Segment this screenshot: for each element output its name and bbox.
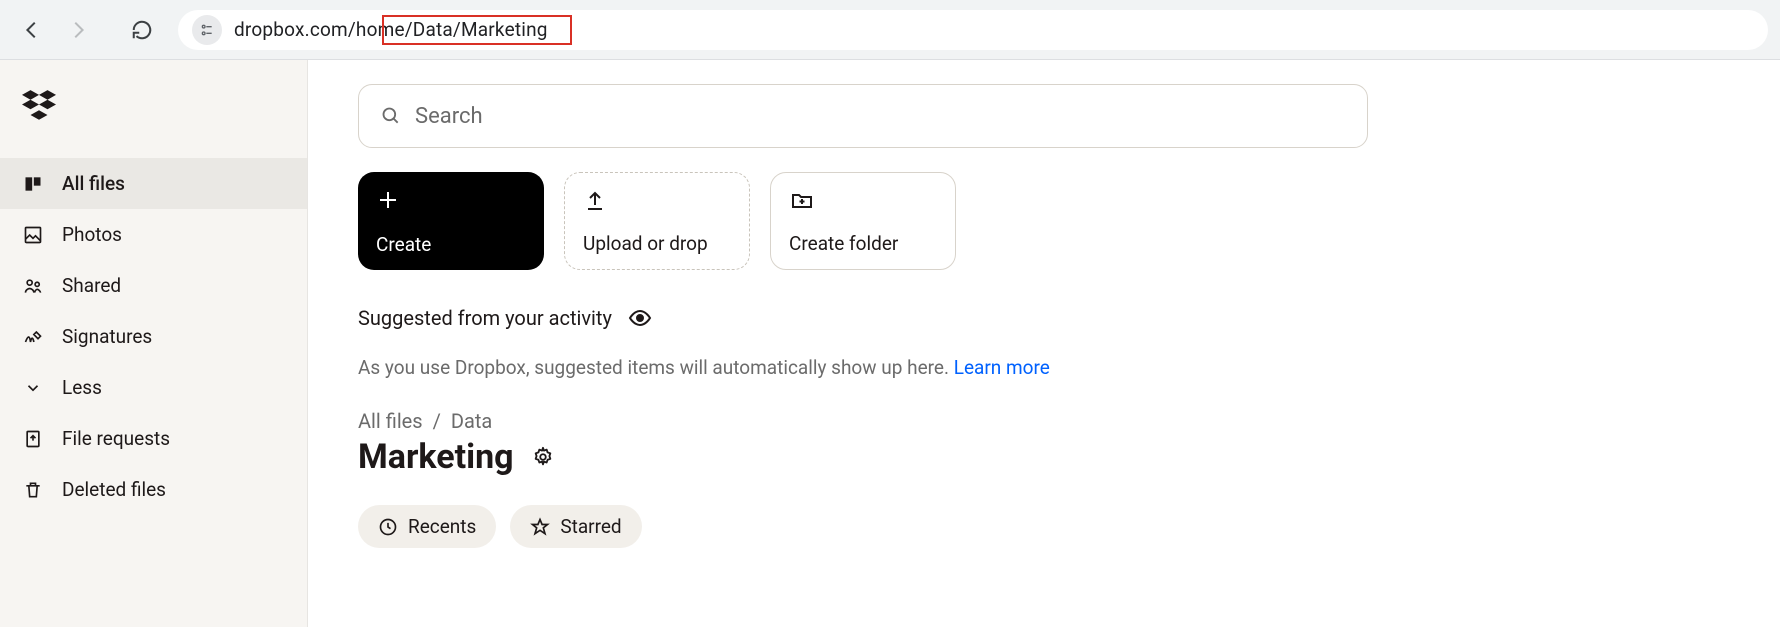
action-label: Create bbox=[376, 233, 526, 256]
main-content: Search Create Upload or drop Create fold… bbox=[308, 60, 1780, 627]
app-container: All files Photos Shared Signatures Less bbox=[0, 60, 1780, 627]
sidebar-item-label: Signatures bbox=[62, 325, 152, 348]
sidebar-item-less[interactable]: Less bbox=[0, 362, 307, 413]
recents-chip[interactable]: Recents bbox=[358, 505, 496, 548]
sidebar-item-all-files[interactable]: All files bbox=[0, 158, 307, 209]
sidebar-item-label: All files bbox=[62, 172, 125, 195]
forward-button[interactable] bbox=[58, 10, 98, 50]
photos-icon bbox=[22, 225, 44, 245]
sidebar-item-file-requests[interactable]: File requests bbox=[0, 413, 307, 464]
signatures-icon bbox=[22, 327, 44, 347]
search-icon bbox=[381, 106, 401, 126]
file-requests-icon bbox=[22, 429, 44, 449]
sidebar-item-photos[interactable]: Photos bbox=[0, 209, 307, 260]
sidebar-item-signatures[interactable]: Signatures bbox=[0, 311, 307, 362]
dropbox-logo-icon bbox=[22, 90, 56, 120]
plus-icon bbox=[376, 188, 526, 214]
site-info-icon[interactable] bbox=[192, 15, 222, 45]
sidebar-item-label: Deleted files bbox=[62, 478, 166, 501]
action-row: Create Upload or drop Create folder bbox=[358, 172, 1730, 270]
eye-icon[interactable] bbox=[628, 306, 652, 330]
chip-label: Starred bbox=[560, 515, 621, 538]
action-label: Create folder bbox=[789, 232, 937, 255]
upload-button[interactable]: Upload or drop bbox=[564, 172, 750, 270]
reload-button[interactable] bbox=[122, 10, 162, 50]
browser-toolbar: dropbox.com/home/Data/Marketing bbox=[0, 0, 1780, 60]
suggested-heading-row: Suggested from your activity bbox=[358, 306, 1730, 330]
breadcrumb-sep: / bbox=[433, 409, 441, 433]
folder-plus-icon bbox=[789, 189, 937, 215]
sidebar: All files Photos Shared Signatures Less bbox=[0, 60, 308, 627]
sidebar-item-label: Photos bbox=[62, 223, 122, 246]
sidebar-item-shared[interactable]: Shared bbox=[0, 260, 307, 311]
logo[interactable] bbox=[0, 90, 307, 158]
chip-label: Recents bbox=[408, 515, 476, 538]
title-row: Marketing bbox=[358, 437, 1730, 477]
sidebar-item-label: File requests bbox=[62, 427, 170, 450]
create-button[interactable]: Create bbox=[358, 172, 544, 270]
breadcrumb: All files / Data bbox=[358, 409, 1730, 433]
sidebar-item-label: Shared bbox=[62, 274, 121, 297]
sidebar-item-deleted-files[interactable]: Deleted files bbox=[0, 464, 307, 515]
upload-icon bbox=[583, 189, 731, 215]
starred-chip[interactable]: Starred bbox=[510, 505, 641, 548]
star-icon bbox=[530, 517, 550, 537]
learn-more-link[interactable]: Learn more bbox=[954, 356, 1050, 379]
suggested-heading: Suggested from your activity bbox=[358, 306, 612, 330]
action-label: Upload or drop bbox=[583, 232, 731, 255]
breadcrumb-item[interactable]: All files bbox=[358, 409, 423, 433]
chevron-down-icon bbox=[22, 379, 44, 397]
sidebar-item-label: Less bbox=[62, 376, 102, 399]
suggested-body: As you use Dropbox, suggested items will… bbox=[358, 356, 954, 379]
files-icon bbox=[22, 174, 44, 194]
search-placeholder: Search bbox=[415, 104, 483, 129]
url-bar[interactable]: dropbox.com/home/Data/Marketing bbox=[178, 10, 1768, 50]
page-title: Marketing bbox=[358, 437, 514, 477]
filter-chip-row: Recents Starred bbox=[358, 505, 1730, 548]
breadcrumb-item[interactable]: Data bbox=[451, 409, 492, 433]
suggested-text: As you use Dropbox, suggested items will… bbox=[358, 356, 1730, 379]
search-input[interactable]: Search bbox=[358, 84, 1368, 148]
settings-gear-icon[interactable] bbox=[532, 446, 554, 468]
trash-icon bbox=[22, 480, 44, 500]
back-button[interactable] bbox=[12, 10, 52, 50]
create-folder-button[interactable]: Create folder bbox=[770, 172, 956, 270]
url-text: dropbox.com/home/Data/Marketing bbox=[234, 18, 548, 41]
clock-icon bbox=[378, 517, 398, 537]
shared-icon bbox=[22, 276, 44, 296]
